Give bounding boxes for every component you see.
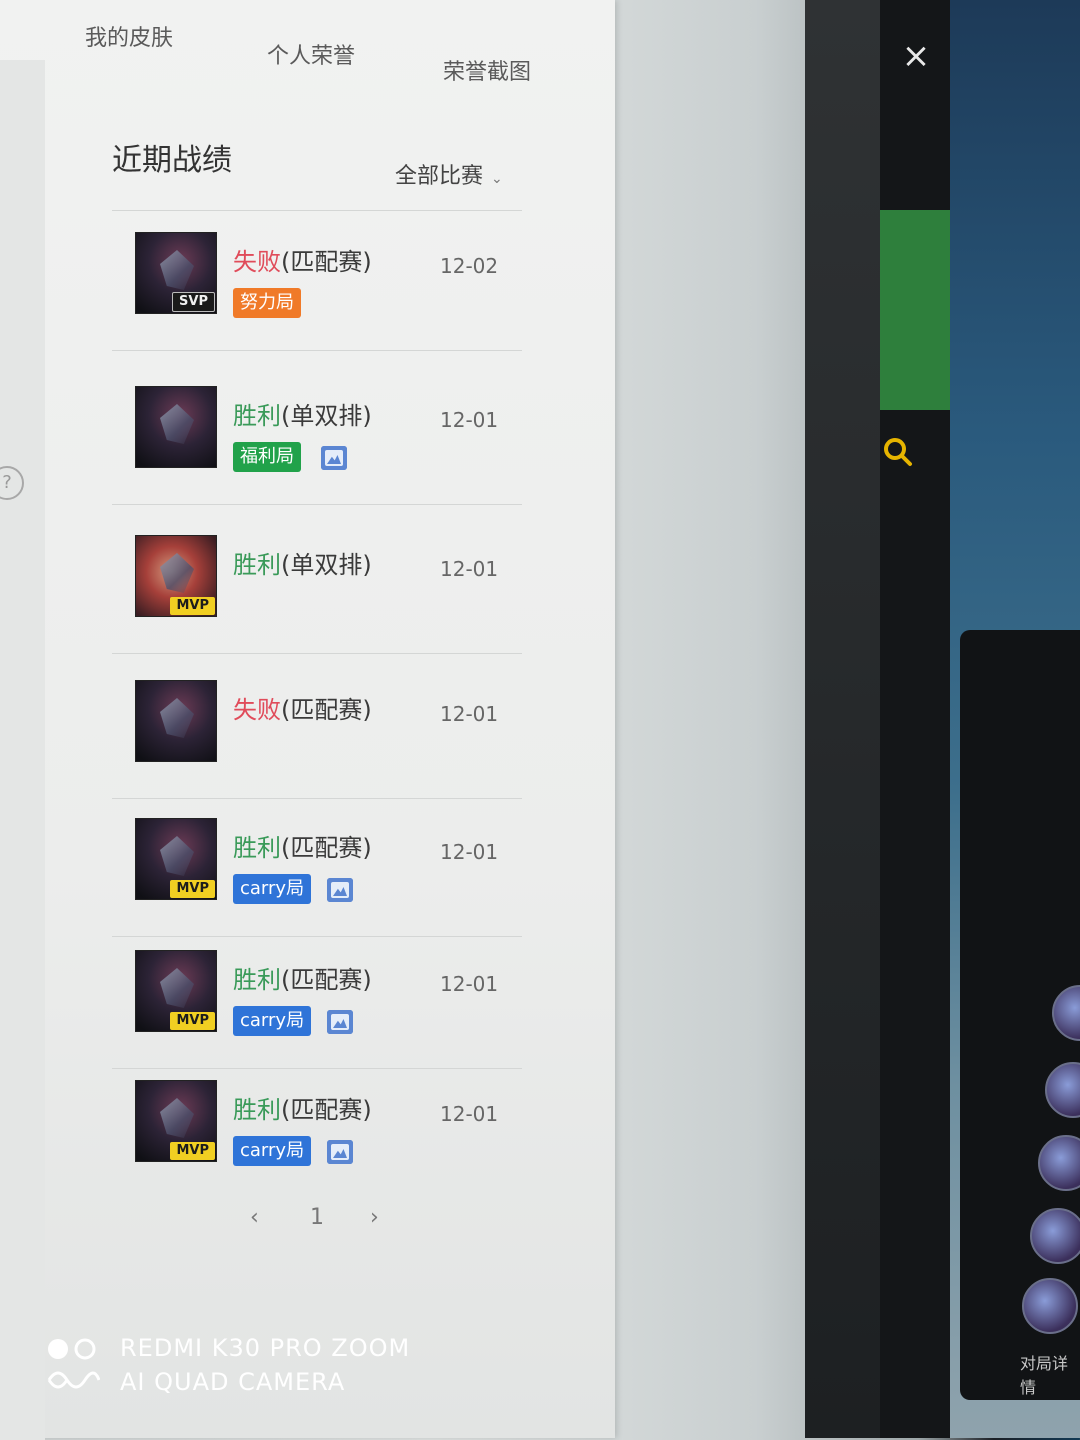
match-result: 胜利(匹配赛) [233,828,372,863]
match-mode: (单双排) [281,551,372,579]
match-tag: 努力局 [233,288,301,318]
match-tag: 福利局 [233,442,301,472]
search-icon[interactable] [880,434,916,470]
match-mode: (匹配赛) [281,834,372,862]
hero-avatar [135,680,217,762]
sidebar-highlight [880,210,950,410]
divider [112,210,522,211]
divider [112,653,522,654]
pagination: ‹ 1 › [240,1205,410,1245]
match-result: 胜利(单双排) [233,545,372,580]
match-mode: (单双排) [281,402,372,430]
match-result: 胜利(单双排) [233,396,372,431]
hero-portrait-art [160,404,194,444]
tab-honor-screenshots[interactable]: 荣誉截图 [443,54,531,86]
hero-portrait-art [160,553,194,593]
avatar[interactable] [1022,1278,1078,1334]
avatar[interactable] [1030,1208,1080,1264]
match-mode: (匹配赛) [281,248,372,276]
svp-badge: SVP [172,292,215,312]
match-result: 胜利(匹配赛) [233,960,372,995]
mvp-badge: MVP [170,1142,215,1160]
hero-avatar: SVP [135,232,217,314]
main-panel: ? 我的皮肤 个人荣誉 荣誉截图 近期战绩 全部比赛 ⌄ SVP 失败(匹配赛) 12… [0,0,615,1440]
result-label: 胜利 [233,966,281,994]
match-date: 12-01 [440,840,499,864]
match-filter-dropdown[interactable]: 全部比赛 ⌄ [395,158,503,190]
hero-avatar: MVP [135,818,217,900]
match-result: 失败(匹配赛) [233,690,372,725]
tab-bar: 我的皮肤 个人荣誉 荣誉截图 [85,20,605,90]
match-tag: carry局 [233,1136,312,1166]
screenshot-icon[interactable] [321,446,347,470]
match-row[interactable]: 失败(匹配赛) 12-01 [135,680,535,790]
chevron-down-icon: ⌄ [491,171,503,187]
hero-avatar: MVP [135,1080,217,1162]
prev-page-button[interactable]: ‹ [250,1205,259,1230]
hero-portrait-art [160,836,194,876]
tab-personal-honor[interactable]: 个人荣誉 [267,38,355,70]
hero-portrait-art [160,250,194,290]
next-page-button[interactable]: › [370,1205,379,1230]
result-label: 失败 [233,696,281,724]
divider [112,504,522,505]
match-date: 12-02 [440,254,499,278]
match-row[interactable]: 胜利(单双排) 12-01 福利局 [135,386,535,496]
result-label: 胜利 [233,1096,281,1124]
match-row[interactable]: SVP 失败(匹配赛) 12-02 努力局 [135,232,535,342]
page-title: 近期战绩 [112,143,232,178]
camera-watermark-line2: AI QUAD CAMERA [120,1368,346,1396]
screenshot-icon[interactable] [327,1010,353,1034]
match-tag: carry局 [233,874,312,904]
match-date: 12-01 [440,702,499,726]
match-mode: (匹配赛) [281,696,372,724]
hero-portrait-art [160,1098,194,1138]
result-label: 胜利 [233,551,281,579]
match-result: 失败(匹配赛) [233,242,372,277]
page-number[interactable]: 1 [310,1205,324,1230]
match-date: 12-01 [440,408,499,432]
match-row[interactable]: MVP 胜利(单双排) 12-01 [135,535,535,645]
match-date: 12-01 [440,972,499,996]
hero-avatar: MVP [135,950,217,1032]
hero-portrait-art [160,698,194,738]
match-row[interactable]: MVP 胜利(匹配赛) 12-01 carry局 [135,950,535,1060]
camera-watermark-line1: REDMI K30 PRO ZOOM [120,1334,411,1362]
match-mode: (匹配赛) [281,1096,372,1124]
screenshot-icon[interactable] [327,878,353,902]
mvp-badge: MVP [170,1012,215,1030]
mvp-badge: MVP [170,880,215,898]
filter-label: 全部比赛 [395,164,484,189]
match-date: 12-01 [440,1102,499,1126]
screenshot-icon[interactable] [327,1140,353,1164]
match-detail-link[interactable]: 对局详情 [1020,1350,1080,1398]
divider [112,936,522,937]
mvp-badge: MVP [170,597,215,615]
result-label: 胜利 [233,402,281,430]
left-rail [0,60,45,1440]
divider [112,1068,522,1069]
divider [112,350,522,351]
match-mode: (匹配赛) [281,966,372,994]
match-tag: carry局 [233,1006,312,1036]
result-label: 胜利 [233,834,281,862]
hero-avatar: MVP [135,535,217,617]
close-icon[interactable]: × [898,38,934,74]
tab-my-skins[interactable]: 我的皮肤 [85,20,173,52]
match-result: 胜利(匹配赛) [233,1090,372,1125]
match-date: 12-01 [440,557,499,581]
match-row[interactable]: MVP 胜利(匹配赛) 12-01 carry局 [135,818,535,928]
result-label: 失败 [233,248,281,276]
camera-logo-icon [45,1336,101,1396]
hero-portrait-art [160,968,194,1008]
hero-avatar [135,386,217,468]
divider [112,798,522,799]
match-row[interactable]: MVP 胜利(匹配赛) 12-01 carry局 [135,1080,535,1190]
